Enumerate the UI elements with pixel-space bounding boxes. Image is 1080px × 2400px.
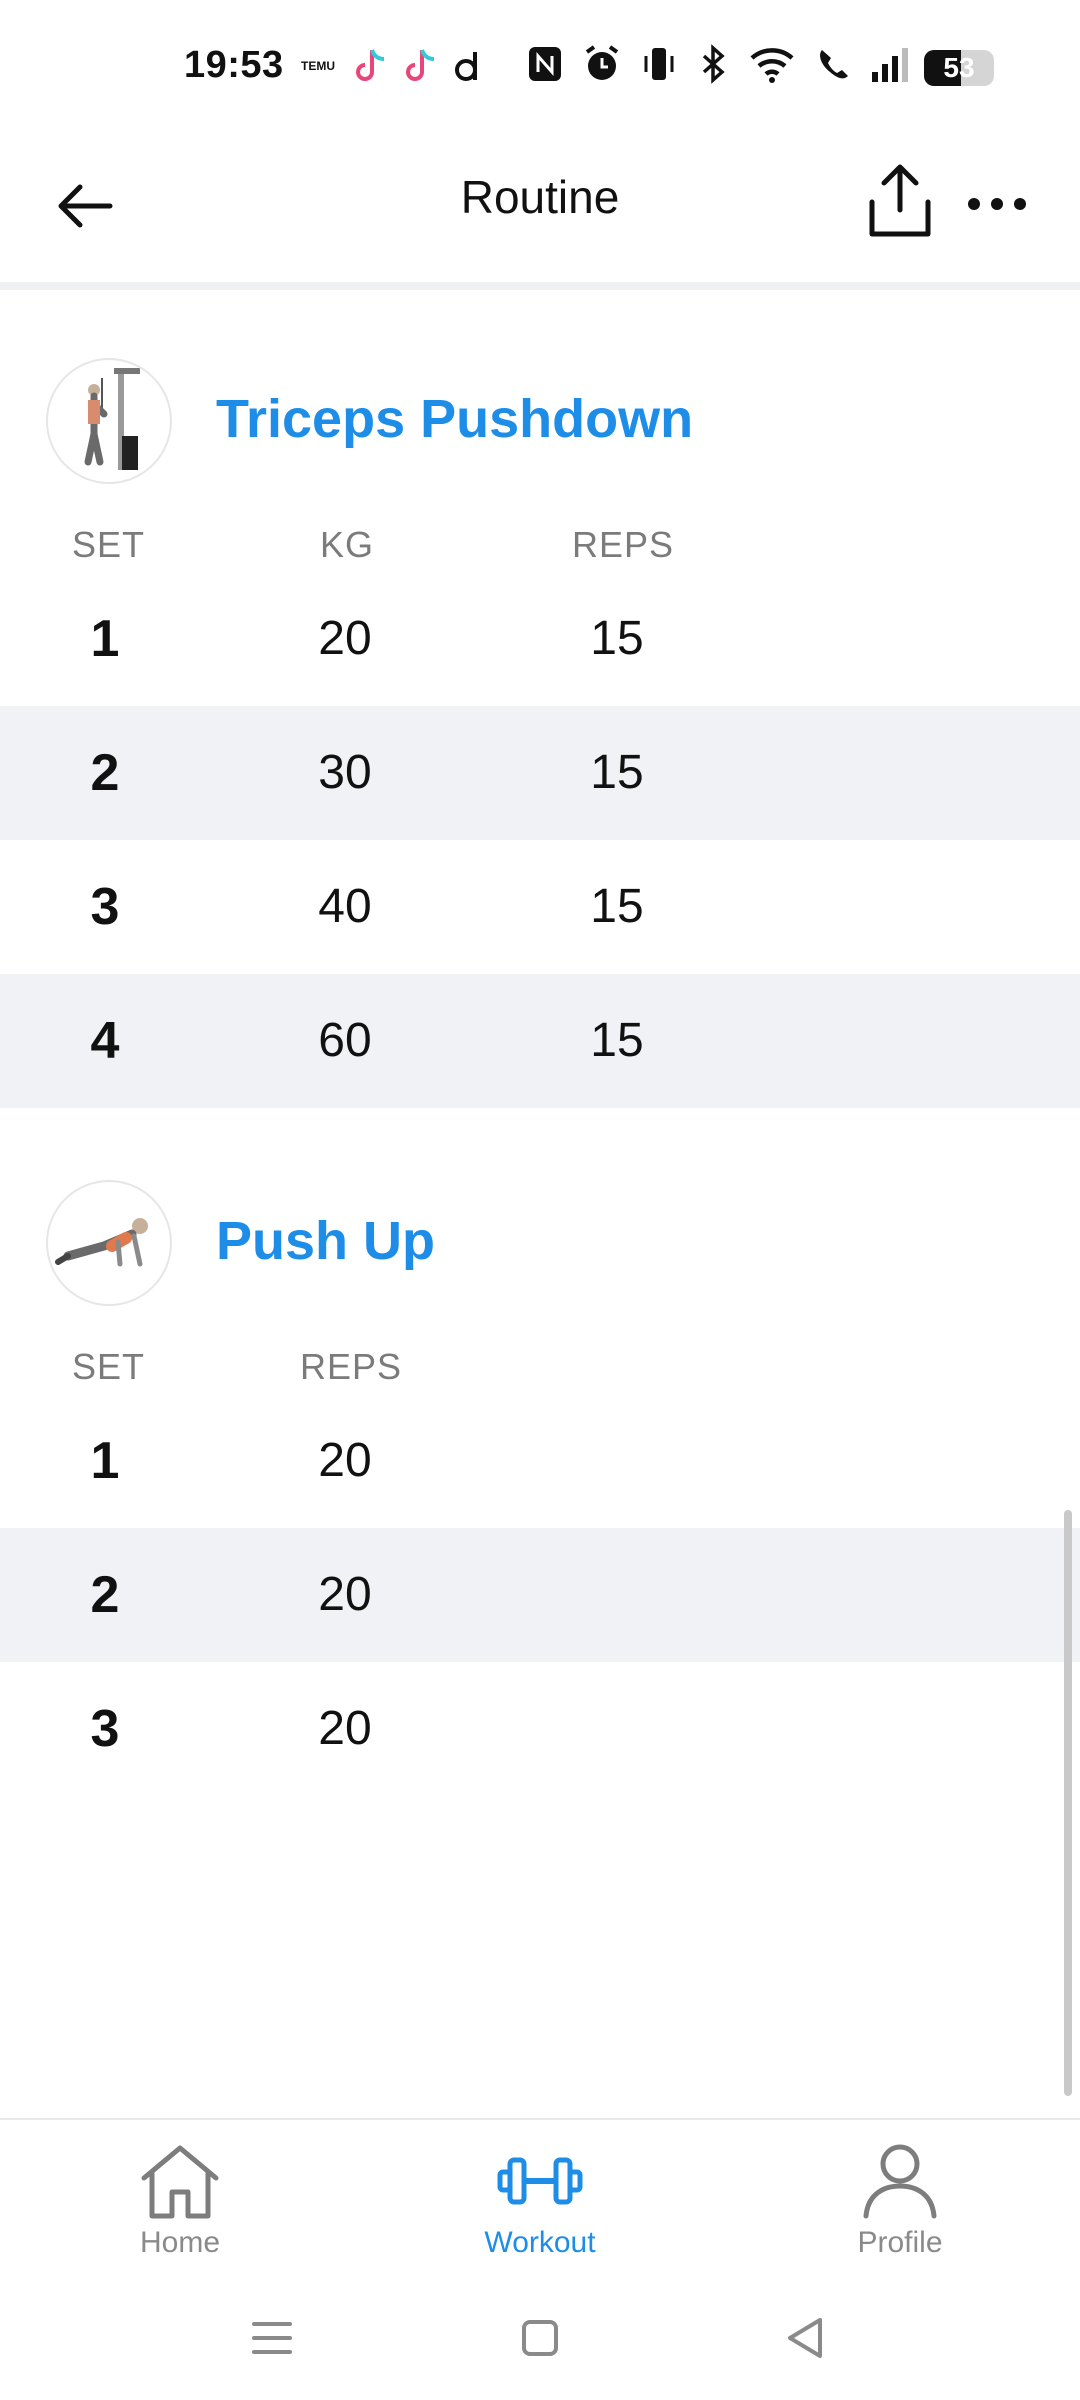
set-number: 1 xyxy=(90,610,120,668)
app-d-icon xyxy=(452,46,484,86)
nav-label-workout: Workout xyxy=(484,2226,596,2259)
bottom-navigation: Home Workout Profile xyxy=(0,2118,1080,2280)
exercise-card: Push Up SET REPS 1 20 2 20 3 20 xyxy=(0,1112,1080,1772)
bluetooth-icon xyxy=(696,44,730,84)
nav-item-workout[interactable]: Workout xyxy=(440,2142,640,2260)
set-reps: 15 xyxy=(590,612,644,665)
menu-lines-icon xyxy=(252,2322,292,2354)
set-weight: 30 xyxy=(318,746,372,799)
set-number: 4 xyxy=(90,1012,120,1070)
nav-item-profile[interactable]: Profile xyxy=(800,2142,1000,2260)
square-icon xyxy=(522,2320,558,2356)
home-icon xyxy=(141,2145,219,2219)
share-icon xyxy=(869,164,931,237)
set-row: 4 60 15 xyxy=(0,974,1080,1108)
status-bar: 19:53 TEMU 53 xyxy=(0,0,1080,130)
nav-label-profile: Profile xyxy=(857,2226,943,2259)
column-header-reps: REPS xyxy=(300,1346,403,1387)
nfc-icon xyxy=(526,44,564,84)
wifi-call-icon xyxy=(814,44,852,84)
set-number: 2 xyxy=(90,744,120,802)
share-button[interactable] xyxy=(862,160,938,244)
dumbbell-icon xyxy=(497,2157,583,2205)
tiktok-icon xyxy=(402,46,438,86)
alarm-icon xyxy=(582,44,622,84)
set-reps: 20 xyxy=(318,1434,372,1487)
set-row: 2 30 15 xyxy=(0,706,1080,840)
nav-item-home[interactable]: Home xyxy=(80,2142,280,2260)
set-row: 3 40 15 xyxy=(0,840,1080,974)
set-reps: 15 xyxy=(590,746,644,799)
nav-label-home: Home xyxy=(139,2226,221,2259)
system-navigation-bar xyxy=(0,2278,1080,2400)
more-horizontal-icon xyxy=(968,198,1026,210)
app-bar: Routine xyxy=(0,130,1080,290)
battery-level: 53 xyxy=(943,52,975,83)
temu-icon: TEMU xyxy=(301,59,335,73)
column-header-set: SET xyxy=(72,524,146,565)
recents-button[interactable] xyxy=(242,2308,302,2368)
set-weight: 40 xyxy=(318,880,372,933)
tiktok-icon xyxy=(352,46,388,86)
person-icon xyxy=(863,2144,937,2219)
more-options-button[interactable] xyxy=(962,170,1032,240)
set-weight: 20 xyxy=(318,612,372,665)
exercise-thumbnail[interactable] xyxy=(46,358,172,484)
set-reps: 15 xyxy=(590,880,644,933)
set-row: 2 20 xyxy=(0,1528,1080,1662)
home-system-button[interactable] xyxy=(510,2308,570,2368)
set-reps: 15 xyxy=(590,1014,644,1067)
exercise-card: Triceps Pushdown SET KG REPS 1 20 15 2 3… xyxy=(0,290,1080,1110)
exercise-name[interactable]: Push Up xyxy=(216,1210,435,1272)
system-status-icons xyxy=(526,44,910,84)
vibrate-icon xyxy=(640,44,678,84)
set-reps: 20 xyxy=(318,1568,372,1621)
set-number: 3 xyxy=(90,878,120,936)
set-reps: 20 xyxy=(318,1702,372,1755)
push-up-illustration xyxy=(55,1218,148,1267)
exercise-name[interactable]: Triceps Pushdown xyxy=(216,388,693,450)
wifi-icon xyxy=(748,44,796,84)
triceps-pushdown-illustration xyxy=(84,368,140,470)
set-number: 1 xyxy=(90,1432,120,1490)
set-row: 1 20 xyxy=(0,1394,1080,1528)
column-header-reps: REPS xyxy=(572,524,675,565)
column-header-kg: KG xyxy=(320,524,375,565)
set-number: 2 xyxy=(90,1566,120,1624)
set-row: 1 20 15 xyxy=(0,572,1080,706)
set-weight: 60 xyxy=(318,1014,372,1067)
back-system-button[interactable] xyxy=(776,2308,836,2368)
battery-icon: 53 xyxy=(924,50,994,86)
scrollbar[interactable] xyxy=(1064,1510,1072,2096)
set-number: 3 xyxy=(90,1700,120,1758)
exercise-thumbnail[interactable] xyxy=(46,1180,172,1306)
notification-icons: TEMU xyxy=(298,46,484,86)
column-header-set: SET xyxy=(72,1346,146,1387)
status-time: 19:53 xyxy=(184,44,284,86)
set-row: 3 20 xyxy=(0,1662,1080,1796)
triangle-back-icon xyxy=(788,2318,822,2358)
signal-icon xyxy=(870,44,910,84)
